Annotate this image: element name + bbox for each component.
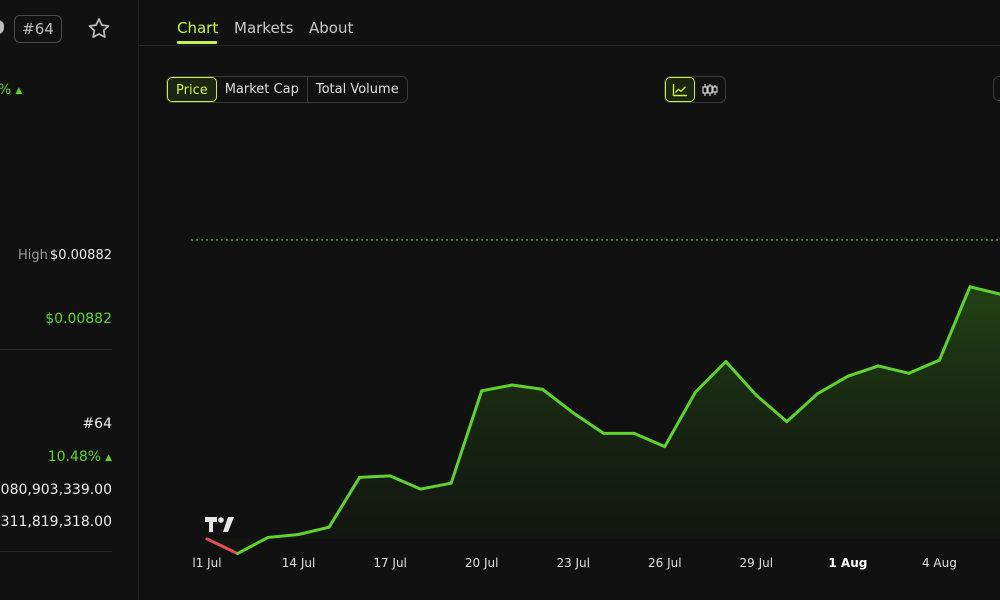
high-row: High	[18, 248, 48, 263]
info-icon	[0, 20, 4, 34]
x-tick-label: 23 Jul	[556, 556, 590, 570]
x-tick-label: 26 Jul	[648, 556, 682, 570]
price-change-top-value: %	[0, 82, 11, 98]
price-area	[207, 286, 1000, 554]
x-tick-label: 17 Jul	[373, 556, 407, 570]
divider	[0, 349, 112, 350]
market-cap-value: ,080,903,339.00	[0, 482, 112, 498]
coin-stats-panel: #64 %▲ High $0.00882 $0.00882 #64 10.48%…	[0, 0, 139, 600]
up-arrow-icon: ▲	[15, 86, 23, 96]
x-tick-label: 20 Jul	[465, 556, 499, 570]
high-label: High	[18, 248, 48, 263]
divider	[0, 551, 112, 552]
x-tick-label: 4 Aug	[922, 556, 957, 570]
price-chart: l1 Jul 14 Jul 17 Jul 20 Jul 23 Jul 26 Jul 29 J…	[191, 239, 1000, 570]
x-tick-label: 29 Jul	[740, 556, 774, 570]
change-percent: 10.48% ▲	[48, 449, 112, 465]
change-percent-value: 10.48%	[47, 449, 102, 465]
price-value: $0.00882	[45, 311, 112, 327]
price-change-top: %▲	[0, 82, 22, 98]
x-tick-label: 1 Aug	[828, 556, 867, 570]
x-tick-label: l1 Jul	[192, 556, 221, 570]
price-line-segment	[358, 474, 392, 479]
star-icon[interactable]	[86, 16, 112, 42]
rank-badge: #64	[14, 15, 62, 43]
up-arrow-icon: ▲	[105, 453, 112, 463]
market-cap-rank: #64	[82, 416, 112, 432]
chart-section: Chart Markets About Price Market Cap Tot…	[139, 0, 1000, 600]
tradingview-logo	[205, 517, 234, 532]
x-tick-label: 14 Jul	[282, 556, 316, 570]
volume-value: ,311,819,318.00	[0, 514, 112, 530]
high-value: $0.00882	[49, 248, 112, 263]
